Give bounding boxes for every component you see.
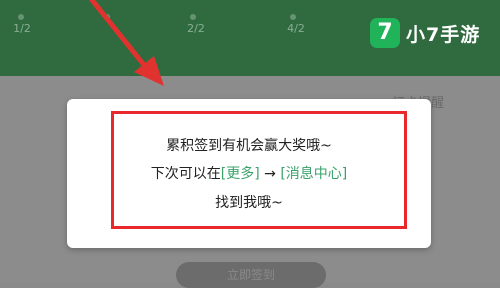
date-tick: 2/2 — [187, 22, 205, 35]
arrow-separator: → — [259, 166, 281, 182]
logo-text: 小7手游 — [406, 23, 481, 46]
brand-logo: 7 小7手游 — [370, 18, 480, 48]
date-dot — [18, 14, 24, 20]
date-dot — [190, 14, 196, 20]
more-link[interactable]: [更多] — [221, 166, 260, 182]
sign-in-button[interactable]: 立即签到 — [176, 262, 326, 288]
dialog-line-2-prefix: 下次可以在 — [150, 166, 221, 182]
logo-7-icon: 7 — [370, 18, 400, 48]
sign-in-button-label: 立即签到 — [226, 268, 275, 282]
dialog-line-1: 累积签到有机会赢大奖哦~ — [166, 138, 332, 154]
tip-dialog[interactable]: 累积签到有机会赢大奖哦~ 下次可以在[更多] → [消息中心] 找到我哦~ — [67, 99, 431, 248]
dialog-line-2: 下次可以在[更多] → [消息中心] — [67, 164, 431, 184]
date-row: 1/2 2/2 4/2 — [0, 12, 360, 36]
date-dot — [104, 14, 110, 20]
message-center-link[interactable]: [消息中心] — [280, 166, 347, 182]
date-tick: 4/2 — [287, 22, 305, 35]
dialog-line-3: 找到我哦~ — [215, 195, 283, 211]
date-dot — [290, 14, 296, 20]
date-tick: 1/2 — [13, 22, 31, 35]
